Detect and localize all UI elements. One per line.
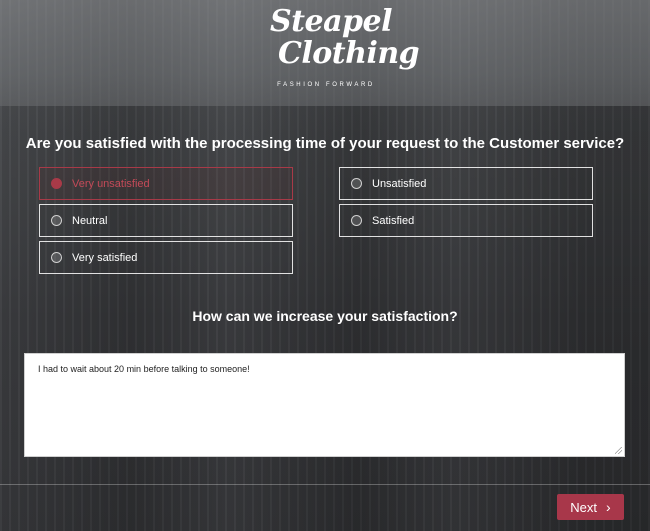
footer-divider [0,484,650,485]
brand-name-line1: Steapel [270,4,393,39]
option-satisfied[interactable]: Satisfied [339,204,593,237]
option-very-satisfied[interactable]: Very satisfied [39,241,293,274]
brand-tagline: FASHION FORWARD [277,82,375,88]
feedback-textarea[interactable]: I had to wait about 20 min before talkin… [24,353,625,457]
radio-icon [351,215,362,226]
chevron-right-icon: › [606,499,611,515]
option-neutral[interactable]: Neutral [39,204,293,237]
next-button[interactable]: Next › [557,494,624,520]
radio-icon [51,252,62,263]
brand-logo: Steapel Clothing FASHION FORWARD [270,4,420,98]
next-button-label: Next [570,499,598,515]
option-unsatisfied[interactable]: Unsatisfied [339,167,593,200]
option-label: Neutral [72,214,108,227]
brand-name-line2: Clothing [278,36,420,71]
radio-icon [351,178,362,189]
question2-title: How can we increase your satisfaction? [192,308,458,324]
radio-icon [51,215,62,226]
feedback-text: I had to wait about 20 min before talkin… [38,364,250,374]
radio-icon [51,178,62,189]
resize-handle-icon[interactable] [615,447,622,454]
option-very-unsatisfied[interactable]: Very unsatisfied [39,167,293,200]
option-label: Unsatisfied [372,177,427,190]
option-label: Satisfied [372,214,415,227]
option-label: Very unsatisfied [72,177,150,190]
option-label: Very satisfied [72,251,138,264]
question-title: Are you satisfied with the processing ti… [25,135,625,152]
